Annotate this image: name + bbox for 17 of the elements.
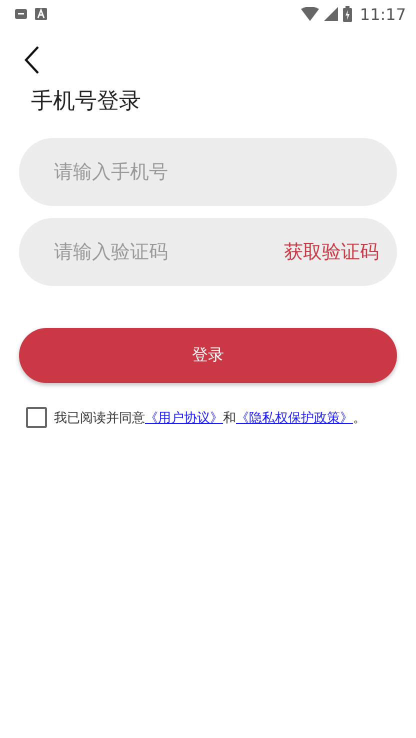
policy-link[interactable]: 《用户协议》 [145, 410, 223, 426]
battery-charging-icon [342, 6, 352, 22]
login-button[interactable]: 登录 [19, 328, 397, 383]
app-notification-icon [15, 8, 27, 20]
code-input-field[interactable]: 请输入验证码 获取验证码 [19, 218, 397, 286]
status-time: 11:17 [360, 4, 406, 24]
phone-input-field[interactable]: 请输入手机号 [19, 138, 397, 206]
back-icon [24, 46, 40, 74]
wifi-icon [300, 7, 319, 21]
page-title: 手机号登录 [31, 88, 142, 116]
get-code-button[interactable]: 获取验证码 [284, 239, 379, 265]
signal-icon [324, 7, 338, 21]
agreement-text: 我已阅读并同意《用户协议》和《隐私权保护政策》。 [54, 410, 366, 426]
agreement-checkbox[interactable] [26, 407, 47, 428]
policy-link[interactable]: 《隐私权保护政策》 [236, 410, 353, 426]
back-button[interactable] [24, 46, 40, 76]
keyboard-letter-icon [35, 8, 47, 20]
